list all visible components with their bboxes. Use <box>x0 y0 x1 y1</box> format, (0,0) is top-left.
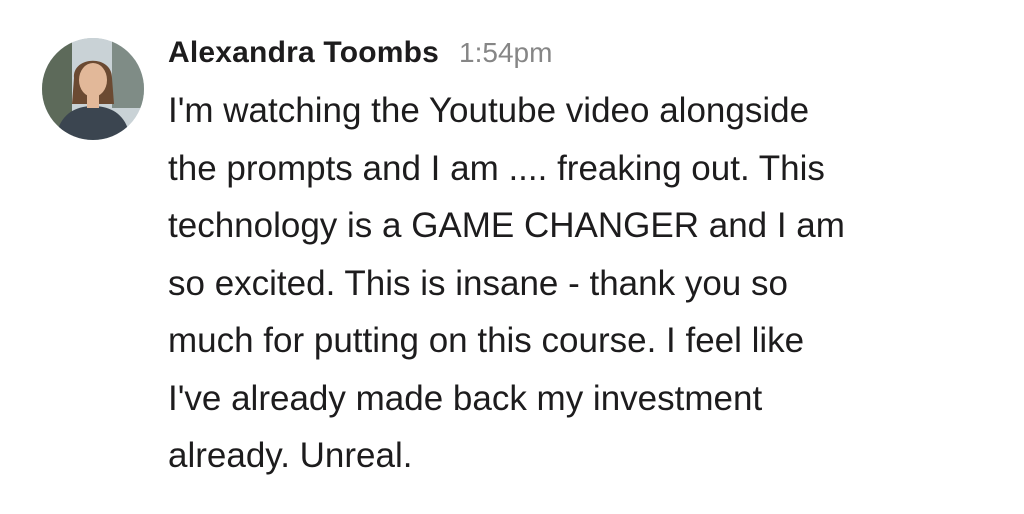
author-name[interactable]: Alexandra Toombs <box>168 36 439 70</box>
message-timestamp[interactable]: 1:54pm <box>459 37 552 69</box>
message-line: I'm watching the Youtube video alongside <box>168 91 810 130</box>
avatar-photo-icon <box>42 38 144 140</box>
user-avatar[interactable] <box>42 38 144 140</box>
message-line: so excited. This is insane - thank you s… <box>168 263 788 303</box>
message-line: much for putting on this course. I feel … <box>168 321 805 360</box>
message-body: I'm watching the Youtube video alongside… <box>168 82 998 485</box>
message-line: already. Unreal. <box>168 436 413 475</box>
message-line: technology is a GAME CHANGER and I am <box>168 206 845 245</box>
message-header: Alexandra Toombs 1:54pm <box>168 36 552 80</box>
chat-message: Alexandra Toombs 1:54pm I'm watching the… <box>0 0 1024 514</box>
message-line: I've already made back my investment <box>168 378 763 418</box>
message-line: the prompts and I am .... freaking out. … <box>168 148 825 188</box>
